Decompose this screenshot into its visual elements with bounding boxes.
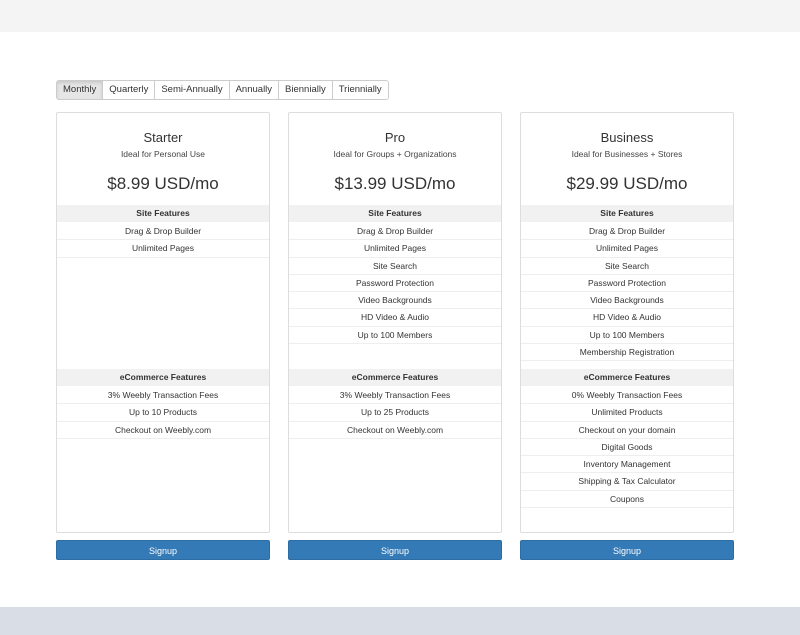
feature-item: Membership Registration <box>521 344 733 362</box>
feature-item: 0% Weebly Transaction Fees <box>521 387 733 405</box>
feature-item: Site Search <box>289 258 501 275</box>
footer-band <box>0 607 800 635</box>
ecommerce-features-list: 3% Weebly Transaction Fees Up to 25 Produ… <box>289 387 501 439</box>
plan-name: Business <box>600 130 654 145</box>
feature-item: 3% Weebly Transaction Fees <box>289 387 501 405</box>
cycle-tab-triennially[interactable]: Triennially <box>331 81 388 99</box>
feature-item: Shipping & Tax Calculator <box>521 473 733 491</box>
plan-tagline: Ideal for Personal Use <box>120 149 206 159</box>
feature-item: Up to 10 Products <box>57 404 269 422</box>
feature-item: Inventory Management <box>521 456 733 474</box>
signup-button-starter[interactable]: Signup <box>56 540 270 560</box>
feature-item: Password Protection <box>289 275 501 293</box>
feature-item: Drag & Drop Builder <box>57 223 269 241</box>
ecommerce-features-header: eCommerce Features <box>57 369 269 386</box>
plan-name: Starter <box>143 130 183 145</box>
cycle-tab-monthly[interactable]: Monthly <box>57 81 103 99</box>
plan-name: Pro <box>384 130 406 145</box>
feature-item: Checkout on Weebly.com <box>57 422 269 439</box>
ecommerce-features-header: eCommerce Features <box>289 369 501 386</box>
signup-button-pro[interactable]: Signup <box>288 540 502 560</box>
feature-item: Checkout on Weebly.com <box>289 422 501 439</box>
cycle-tab-annually[interactable]: Annually <box>228 81 279 99</box>
feature-item: Drag & Drop Builder <box>289 223 501 241</box>
top-header-band <box>0 0 800 32</box>
ecommerce-features-list: 0% Weebly Transaction Fees Unlimited Prod… <box>521 387 733 509</box>
site-features-list: Drag & Drop Builder Unlimited Pages Site S… <box>521 223 733 362</box>
feature-item: Unlimited Products <box>521 404 733 422</box>
site-features-header: Site Features <box>289 205 501 222</box>
feature-item: Video Backgrounds <box>521 292 733 310</box>
signup-button-business[interactable]: Signup <box>520 540 734 560</box>
feature-item: Coupons <box>521 491 733 509</box>
feature-item: 3% Weebly Transaction Fees <box>57 387 269 405</box>
feature-item: Unlimited Pages <box>289 240 501 258</box>
cycle-tab-quarterly[interactable]: Quarterly <box>102 81 155 99</box>
site-features-header: Site Features <box>521 205 733 222</box>
feature-item: Checkout on your domain <box>521 422 733 439</box>
plan-card-business: Business Ideal for Businesses + Stores $… <box>520 112 734 533</box>
plan-card-starter: Starter Ideal for Personal Use $8.99 USD… <box>56 112 270 533</box>
feature-item: Up to 100 Members <box>289 327 501 345</box>
site-features-header: Site Features <box>57 205 269 222</box>
billing-cycle-selector: Monthly Quarterly Semi-Annually Annually… <box>56 80 389 100</box>
plan-tagline: Ideal for Businesses + Stores <box>571 149 683 159</box>
feature-item: HD Video & Audio <box>521 309 733 327</box>
feature-item: Digital Goods <box>521 439 733 457</box>
feature-item: Unlimited Pages <box>57 240 269 258</box>
feature-item: Video Backgrounds <box>289 292 501 310</box>
feature-item: Up to 25 Products <box>289 404 501 422</box>
feature-item: Unlimited Pages <box>521 240 733 258</box>
feature-item: HD Video & Audio <box>289 309 501 327</box>
site-features-list: Drag & Drop Builder Unlimited Pages <box>57 223 269 258</box>
ecommerce-features-header: eCommerce Features <box>521 369 733 386</box>
feature-item: Password Protection <box>521 275 733 293</box>
plan-tagline: Ideal for Groups + Organizations <box>333 149 457 159</box>
site-features-list: Drag & Drop Builder Unlimited Pages Site S… <box>289 223 501 345</box>
plan-price: $8.99 USD/mo <box>107 174 219 193</box>
cycle-tab-biennially[interactable]: Biennially <box>278 81 332 99</box>
feature-item: Up to 100 Members <box>521 327 733 345</box>
ecommerce-features-list: 3% Weebly Transaction Fees Up to 10 Produ… <box>57 387 269 439</box>
plan-card-pro: Pro Ideal for Groups + Organizations $13… <box>288 112 502 533</box>
cycle-tab-semi-annually[interactable]: Semi-Annually <box>154 81 229 99</box>
feature-item: Drag & Drop Builder <box>521 223 733 241</box>
feature-item: Site Search <box>521 258 733 275</box>
plan-price: $13.99 USD/mo <box>334 174 456 193</box>
plan-price: $29.99 USD/mo <box>566 174 688 193</box>
